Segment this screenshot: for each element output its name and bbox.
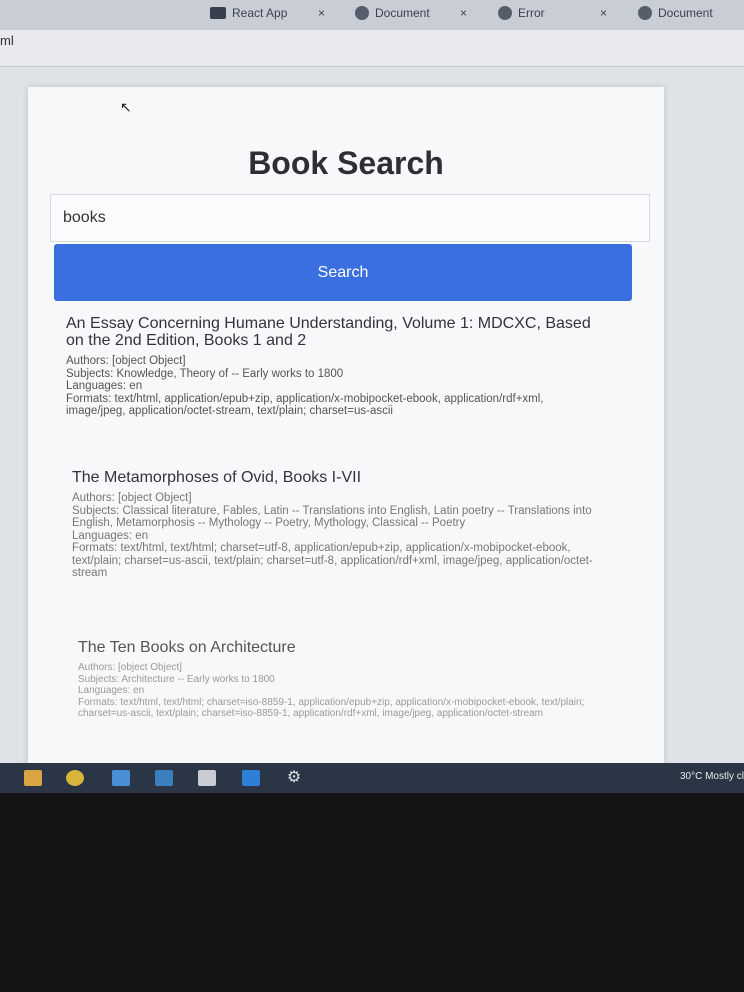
tab-label: Document — [375, 6, 430, 20]
result-authors: Authors: [object Object] — [78, 662, 182, 673]
tab-label: Document — [658, 6, 713, 20]
book-search-card: ↖ Book Search Search An Essay Concerning… — [28, 87, 664, 767]
result-subjects: Subjects: Knowledge, Theory of -- Early … — [66, 367, 344, 380]
tab-document-2[interactable]: Document — [638, 0, 713, 26]
search-input[interactable] — [50, 194, 650, 242]
result-formats: Formats: text/html, text/html; charset=i… — [78, 696, 585, 720]
page-title: Book Search — [248, 145, 444, 181]
file-explorer-icon[interactable] — [24, 770, 42, 786]
result-formats: Formats: text/html, text/html; charset=u… — [72, 542, 593, 579]
close-icon[interactable]: × — [600, 0, 607, 26]
result-authors: Authors: [object Object] — [72, 492, 192, 504]
globe-icon — [355, 6, 369, 20]
tab-label: React App — [232, 6, 288, 20]
result-title[interactable]: The Metamorphoses of Ovid, Books I-VII — [72, 469, 612, 486]
address-text: ml — [0, 33, 14, 48]
browser-tab-bar: React App × Document × Error × Document — [0, 0, 744, 30]
result-item: An Essay Concerning Humane Understanding… — [66, 315, 606, 418]
result-subjects: Subjects: Classical literature, Fables, … — [72, 504, 592, 530]
monitor-bezel — [0, 793, 744, 992]
tab-label: Error — [518, 6, 545, 20]
close-icon[interactable]: × — [318, 0, 325, 26]
react-app-icon — [210, 7, 226, 19]
result-title[interactable]: The Ten Books on Architecture — [78, 639, 598, 656]
globe-icon — [638, 6, 652, 20]
globe-icon — [498, 6, 512, 20]
store-icon[interactable] — [155, 770, 173, 786]
result-subjects: Subjects: Architecture -- Early works to… — [78, 673, 275, 685]
result-languages: Languages: en — [66, 380, 143, 392]
page-viewport: ↖ Book Search Search An Essay Concerning… — [0, 67, 744, 767]
tab-document[interactable]: Document — [355, 0, 430, 26]
result-title[interactable]: An Essay Concerning Humane Understanding… — [66, 315, 606, 349]
taskbar: ⚙ 30°C Mostly cl — [0, 763, 744, 793]
result-languages: Languages: en — [72, 529, 149, 542]
close-icon[interactable]: × — [460, 0, 467, 26]
address-bar[interactable]: ml — [0, 30, 744, 67]
vscode-icon[interactable] — [242, 770, 260, 786]
tab-react-app[interactable]: React App — [210, 0, 287, 26]
mouse-cursor-icon: ↖ — [120, 99, 132, 115]
result-formats: Formats: text/html, application/epub+zip… — [66, 392, 544, 418]
search-button[interactable]: Search — [54, 244, 632, 301]
result-languages: Languages: en — [78, 685, 145, 696]
mail-icon[interactable] — [112, 770, 130, 786]
tab-error[interactable]: Error — [498, 0, 545, 26]
result-authors: Authors: [object Object] — [66, 355, 186, 367]
chrome-icon[interactable] — [66, 770, 84, 786]
settings-gear-icon[interactable]: ⚙ — [285, 770, 303, 786]
app-icon[interactable] — [198, 770, 216, 786]
result-item: The Metamorphoses of Ovid, Books I-VII A… — [72, 469, 612, 580]
weather-widget[interactable]: 30°C Mostly cl — [680, 771, 744, 782]
result-item: The Ten Books on Architecture Authors: [… — [78, 639, 598, 720]
